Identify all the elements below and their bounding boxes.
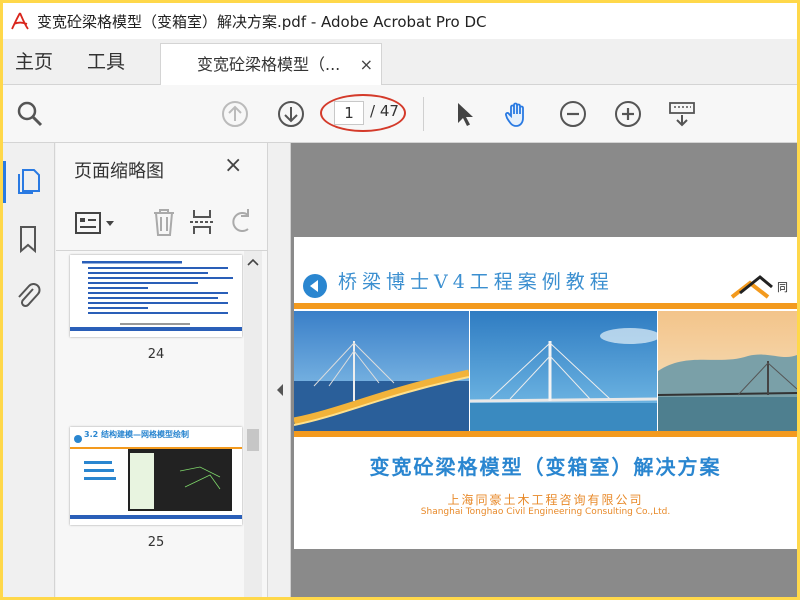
panel-toolbar — [56, 195, 268, 251]
panel-title: 页面缩略图 — [74, 161, 164, 182]
bridge-photo-2 — [470, 311, 657, 431]
acrobat-window: 变宽砼梁格模型（变箱室）解决方案.pdf - Adobe Acrobat Pro… — [3, 3, 797, 597]
collapse-arrow-icon[interactable] — [276, 383, 284, 397]
thumbnail-content — [70, 255, 242, 337]
document-tab-label: 变宽砼梁格模型（... — [197, 55, 341, 74]
keyboard-tool-icon[interactable] — [667, 99, 697, 129]
toolbar: 1 / 47 — [3, 85, 797, 143]
orange-band-top — [294, 303, 797, 309]
trash-icon[interactable] — [150, 207, 178, 237]
close-panel-icon[interactable]: × — [224, 153, 242, 178]
rotate-icon[interactable] — [228, 207, 254, 237]
acrobat-logo-icon — [10, 11, 30, 31]
thumbnail-heading: 3.2 结构建模—网格模型绘制 — [84, 430, 189, 439]
page-header-title: 桥梁博士V4工程案例教程 — [338, 271, 614, 293]
attachment-icon[interactable] — [13, 279, 43, 311]
select-cursor-icon[interactable] — [449, 99, 479, 129]
highlight-ellipse — [320, 94, 406, 132]
pdf-page: 桥梁博士V4工程案例教程 同 变宽砼梁格模型（变箱室）解决方案 上海同豪土木工程… — [294, 237, 797, 549]
tab-document[interactable]: 变宽砼梁格模型（... × — [160, 43, 382, 86]
window-title: 变宽砼梁格模型（变箱室）解决方案.pdf - Adobe Acrobat Pro… — [37, 12, 487, 31]
options-menu-icon[interactable] — [74, 211, 116, 235]
thumbnails-panel: 页面缩略图 × 24 3.2 结构建模—网格模型绘制 25 — [56, 143, 268, 597]
tab-home[interactable]: 主页 — [15, 39, 53, 85]
zoom-in-icon[interactable] — [613, 99, 643, 129]
next-page-icon[interactable] — [276, 99, 306, 129]
title-bar: 变宽砼梁格模型（变箱室）解决方案.pdf - Adobe Acrobat Pro… — [3, 3, 797, 39]
active-indicator — [3, 161, 6, 203]
bridge-photo-1 — [294, 311, 469, 431]
tab-bar: 主页 工具 变宽砼梁格模型（... × — [3, 39, 797, 86]
thumbnail-page-25[interactable]: 3.2 结构建模—网格模型绘制 — [70, 427, 242, 525]
tab-tools[interactable]: 工具 — [87, 39, 125, 85]
page-thumbnails-icon[interactable] — [13, 165, 43, 197]
thumbnail-label-24: 24 — [147, 347, 165, 362]
scroll-up-icon[interactable] — [247, 257, 259, 267]
document-view[interactable]: 桥梁博士V4工程案例教程 同 变宽砼梁格模型（变箱室）解决方案 上海同豪土木工程… — [269, 143, 797, 597]
panel-scrollbar[interactable] — [244, 251, 262, 597]
company-name-en: Shanghai Tonghao Civil Engineering Consu… — [420, 507, 671, 517]
previous-page-icon[interactable] — [220, 99, 250, 129]
company-name-cn: 上海同豪土木工程咨询有限公司 — [447, 493, 644, 507]
collapse-panel-handle[interactable] — [269, 143, 291, 597]
zoom-out-icon[interactable] — [558, 99, 588, 129]
bookmark-icon[interactable] — [13, 223, 43, 255]
thumbnail-content — [70, 427, 242, 525]
toolbar-divider — [423, 97, 424, 131]
crop-pages-icon[interactable] — [188, 207, 216, 237]
search-zoom-icon[interactable] — [15, 99, 45, 129]
thumbnail-label-25: 25 — [147, 535, 165, 550]
header-arrow-icon — [303, 274, 327, 298]
orange-band-bottom — [294, 431, 797, 437]
document-main-title: 变宽砼梁格模型（变箱室）解决方案 — [369, 455, 722, 479]
close-tab-icon[interactable]: × — [360, 44, 373, 86]
bridge-photo-3 — [658, 311, 797, 431]
logo-text: 同 — [777, 281, 788, 294]
scrollbar-thumb[interactable] — [247, 429, 259, 451]
company-logo — [730, 275, 773, 299]
hand-tool-icon[interactable] — [502, 99, 532, 129]
thumbnail-page-24[interactable] — [70, 255, 242, 337]
left-rail — [3, 143, 55, 597]
